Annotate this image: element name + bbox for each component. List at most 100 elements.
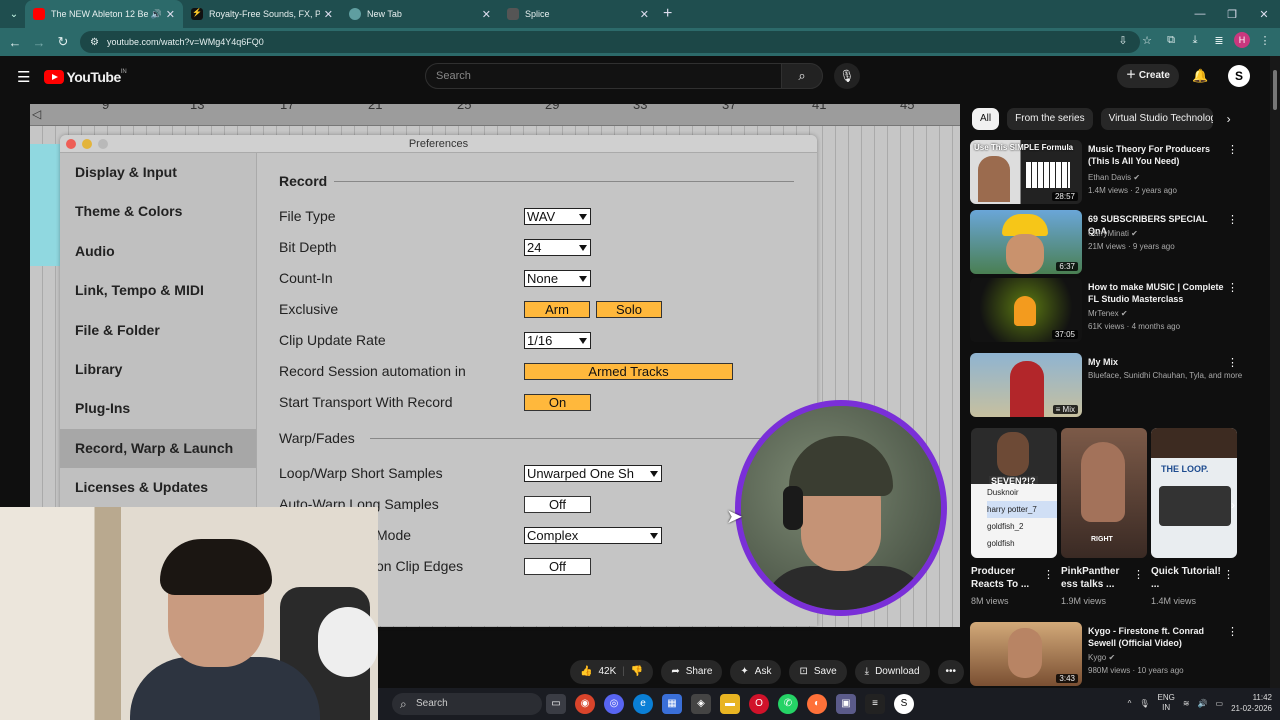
shorts-next-icon[interactable]: › bbox=[1231, 498, 1235, 512]
search-input[interactable]: Search bbox=[425, 63, 782, 89]
rec-item[interactable]: 6:37 69 SUBSCRIBERS SPECIAL QnA CarryMin… bbox=[970, 210, 1250, 274]
speaker-icon[interactable]: 🔊 bbox=[151, 9, 162, 20]
rec-menu-icon[interactable]: ⋮ bbox=[1227, 213, 1238, 226]
rec-channel[interactable]: Kygo ✔ bbox=[1088, 652, 1238, 663]
close-tab-icon[interactable]: ✕ bbox=[640, 8, 649, 21]
restore-icon[interactable]: ❐ bbox=[1216, 8, 1248, 21]
edge-icon[interactable]: e bbox=[633, 694, 653, 714]
opera-icon[interactable]: O bbox=[749, 694, 769, 714]
discord-icon[interactable]: ◎ bbox=[604, 694, 624, 714]
site-info-icon[interactable]: ⚙ bbox=[90, 37, 99, 48]
close-tab-icon[interactable]: ✕ bbox=[166, 8, 175, 21]
rec-item[interactable]: 3:43 Kygo - Firestone ft. Conrad Sewell … bbox=[970, 622, 1250, 686]
account-avatar[interactable]: S bbox=[1228, 65, 1250, 87]
file-explorer-icon[interactable]: ▬ bbox=[720, 694, 740, 714]
firefox-icon[interactable]: ◐ bbox=[807, 694, 827, 714]
rec-item[interactable]: 37:05 How to make MUSIC | Complete FL St… bbox=[970, 278, 1250, 342]
rec-thumbnail[interactable]: Use This SIMPLE Formula 28:57 bbox=[970, 140, 1082, 204]
page-scrollbar[interactable] bbox=[1270, 56, 1280, 688]
short-title[interactable]: Quick Tutorial! ... bbox=[1151, 565, 1223, 591]
rec-thumbnail[interactable]: 6:37 bbox=[970, 210, 1082, 274]
download-button[interactable]: ⤓ Download bbox=[854, 660, 930, 684]
short-title[interactable]: PinkPanther ess talks ... bbox=[1061, 565, 1133, 591]
minimize-icon[interactable]: — bbox=[1184, 8, 1216, 20]
reading-list-icon[interactable]: ≣ bbox=[1210, 34, 1228, 47]
tab-ableton[interactable]: The NEW Ableton 12 Beginn 🔊 ✕ bbox=[25, 0, 183, 28]
rec-menu-icon[interactable]: ⋮ bbox=[1227, 356, 1238, 369]
rec-title[interactable]: Kygo - Firestone ft. Conrad Sewell (Offi… bbox=[1088, 625, 1228, 649]
store-icon[interactable]: ▦ bbox=[662, 694, 682, 714]
short-menu-icon[interactable]: ⋮ bbox=[1043, 568, 1054, 581]
rec-thumbnail[interactable]: 3:43 bbox=[970, 622, 1082, 686]
media-app-icon[interactable]: ▣ bbox=[836, 694, 856, 714]
short-thumbnail[interactable]: THE LOOP. › bbox=[1151, 428, 1237, 558]
language-indicator[interactable]: ENG IN bbox=[1158, 693, 1175, 713]
chrome-icon[interactable]: ◉ bbox=[575, 694, 595, 714]
install-icon[interactable]: ⇩ bbox=[1114, 34, 1132, 47]
rec-item[interactable]: Use This SIMPLE Formula 28:57 Music Theo… bbox=[970, 140, 1250, 204]
rec-menu-icon[interactable]: ⋮ bbox=[1227, 625, 1238, 638]
tab-search-icon[interactable]: ⌄ bbox=[3, 4, 25, 24]
more-actions-button[interactable]: ••• bbox=[937, 660, 965, 684]
close-tab-icon[interactable]: ✕ bbox=[482, 8, 491, 21]
splice-app-icon[interactable]: S bbox=[894, 694, 914, 714]
search-icon[interactable]: ⌕ bbox=[781, 63, 823, 89]
rec-channel[interactable]: Blueface, Sunidhi Chauhan, Tyla, and mor… bbox=[1088, 370, 1248, 381]
reload-icon[interactable]: ↻ bbox=[51, 34, 75, 50]
extensions-icon[interactable]: ⧉ bbox=[1162, 34, 1180, 47]
chip-from-series[interactable]: From the series bbox=[1007, 108, 1093, 130]
taskbar-search[interactable]: Search bbox=[392, 693, 542, 715]
rec-menu-icon[interactable]: ⋮ bbox=[1227, 281, 1238, 294]
youtube-logo[interactable]: YouTube IN bbox=[44, 69, 127, 85]
steam-icon[interactable]: ◈ bbox=[691, 694, 711, 714]
menu-kebab-icon[interactable]: ⋮ bbox=[1256, 34, 1274, 47]
chevron-right-icon[interactable]: › bbox=[1227, 112, 1231, 126]
close-tab-icon[interactable]: ✕ bbox=[324, 8, 333, 21]
hamburger-menu-icon[interactable]: ☰ bbox=[17, 68, 30, 86]
forward-icon[interactable]: → bbox=[27, 35, 51, 50]
rec-item[interactable]: ≡ Mix My Mix Blueface, Sunidhi Chauhan, … bbox=[970, 353, 1250, 417]
share-button[interactable]: ➦ Share bbox=[661, 660, 723, 684]
rec-thumbnail[interactable]: 37:05 bbox=[970, 278, 1082, 342]
close-window-icon[interactable]: ✕ bbox=[1248, 8, 1280, 21]
short-menu-icon[interactable]: ⋮ bbox=[1133, 568, 1144, 581]
tab-new-tab[interactable]: New Tab ✕ bbox=[341, 0, 499, 28]
tray-mic-icon[interactable]: 🎙 bbox=[1139, 699, 1149, 708]
like-button[interactable]: 👍 42K | 👎 bbox=[570, 660, 654, 684]
rec-thumbnail[interactable]: ≡ Mix bbox=[970, 353, 1082, 417]
save-button[interactable]: ⊡ Save bbox=[789, 660, 847, 684]
profile-avatar[interactable]: H bbox=[1234, 32, 1250, 48]
microphone-icon[interactable]: 🎙 bbox=[834, 63, 860, 89]
thumbs-down-icon[interactable]: 👎 bbox=[631, 660, 643, 684]
ableton-live-icon[interactable]: ≡ bbox=[865, 694, 885, 714]
tab-splice[interactable]: Splice ✕ bbox=[499, 0, 657, 28]
new-tab-icon[interactable]: + bbox=[663, 5, 672, 23]
rec-channel[interactable]: Ethan Davis ✔ bbox=[1088, 172, 1238, 183]
rec-title[interactable]: My Mix bbox=[1088, 356, 1228, 368]
notifications-bell-icon[interactable]: 🔔 bbox=[1192, 68, 1208, 84]
tab-royalty-free[interactable]: ⚡ Royalty-Free Sounds, FX, Presets ✕ bbox=[183, 0, 341, 28]
back-icon[interactable]: ← bbox=[3, 35, 27, 50]
create-button[interactable]: ＋ Create bbox=[1117, 64, 1179, 88]
rec-title[interactable]: Music Theory For Producers (This Is All … bbox=[1088, 143, 1228, 167]
short-title[interactable]: Producer Reacts To ... bbox=[971, 565, 1043, 591]
rec-channel[interactable]: CarryMinati ✔ bbox=[1088, 228, 1238, 239]
wifi-icon[interactable]: ≋ bbox=[1183, 699, 1190, 708]
short-menu-icon[interactable]: ⋮ bbox=[1223, 568, 1234, 581]
task-view-icon[interactable]: ▭ bbox=[546, 694, 566, 714]
volume-icon[interactable]: 🔊 bbox=[1198, 699, 1208, 708]
short-thumbnail[interactable]: RIGHT bbox=[1061, 428, 1147, 558]
downloads-icon[interactable]: ⤓ bbox=[1186, 34, 1204, 47]
chip-vst[interactable]: Virtual Studio Technolog bbox=[1100, 108, 1213, 130]
rec-channel[interactable]: MrTenex ✔ bbox=[1088, 308, 1238, 319]
whatsapp-icon[interactable]: ✆ bbox=[778, 694, 798, 714]
short-thumbnail[interactable]: SEVEN?!? Dusknoir harry potter_7 goldfis… bbox=[971, 428, 1057, 558]
chip-all[interactable]: All bbox=[972, 108, 1000, 130]
clock[interactable]: 11:42 21-02-2026 bbox=[1231, 692, 1272, 714]
tray-expand-icon[interactable]: ^ bbox=[1128, 699, 1132, 708]
ask-button[interactable]: ✦ Ask bbox=[730, 660, 782, 684]
url-field[interactable]: ⚙ youtube.com/watch?v=WMg4Y4q6FQ0 bbox=[80, 31, 1140, 53]
battery-icon[interactable]: ▭ bbox=[1216, 699, 1224, 708]
rec-menu-icon[interactable]: ⋮ bbox=[1227, 143, 1238, 156]
rec-title[interactable]: How to make MUSIC | Complete FL Studio M… bbox=[1088, 281, 1228, 305]
